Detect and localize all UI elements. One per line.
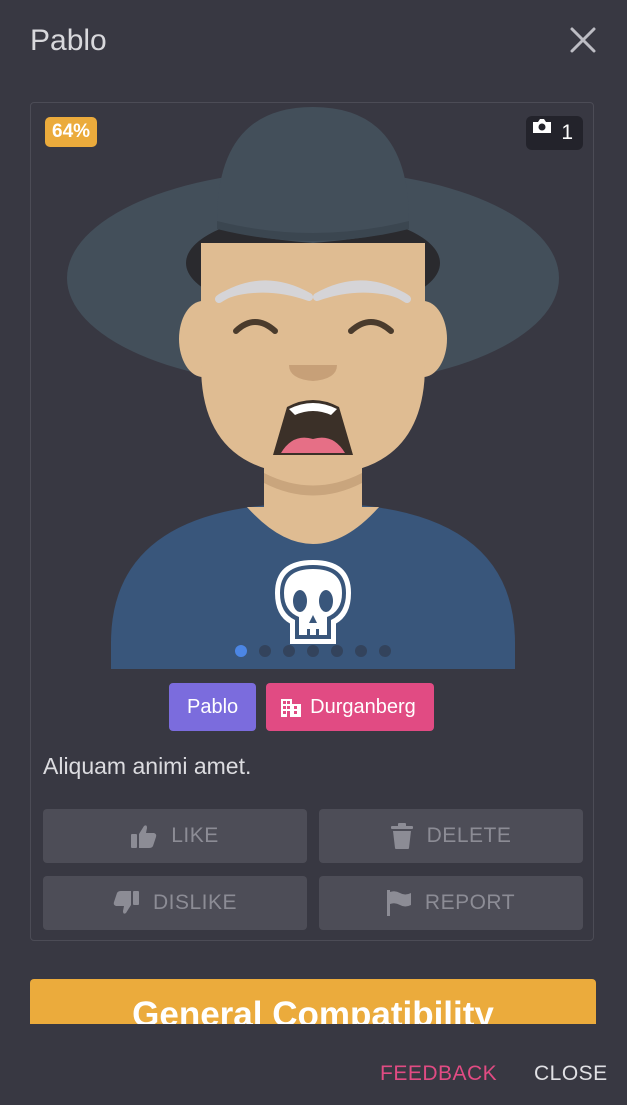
- profile-tags: Pablo Durganberg: [169, 683, 434, 731]
- trash-icon: [390, 823, 413, 849]
- thumbs-down-icon: [113, 891, 139, 914]
- location-label: Durganberg: [310, 695, 416, 718]
- building-icon: [281, 699, 302, 717]
- like-button[interactable]: LIKE: [43, 809, 307, 863]
- dislike-button[interactable]: DISLIKE: [43, 876, 307, 930]
- photo-count-badge: 1: [526, 116, 583, 150]
- carousel-dot[interactable]: [259, 645, 271, 657]
- avatar-illustration: [67, 107, 559, 669]
- carousel-dot[interactable]: [379, 645, 391, 657]
- compatibility-section: General Compatibility: [30, 979, 596, 1024]
- compatibility-badge: 64%: [45, 117, 98, 147]
- carousel-dot[interactable]: [307, 645, 319, 657]
- page-title: Pablo: [30, 24, 107, 57]
- compatibility-title: General Compatibility: [132, 995, 494, 1024]
- like-label: LIKE: [171, 824, 219, 847]
- carousel-dot[interactable]: [355, 645, 367, 657]
- profile-photo[interactable]: 64% 1: [31, 103, 595, 669]
- location-tag[interactable]: Durganberg: [266, 683, 434, 731]
- feedback-button[interactable]: FEEDBACK: [380, 1062, 497, 1086]
- close-button[interactable]: CLOSE: [534, 1062, 608, 1086]
- carousel-dots: [235, 645, 391, 657]
- close-icon[interactable]: [569, 26, 597, 54]
- delete-button[interactable]: DELETE: [319, 809, 583, 863]
- action-buttons: LIKE DELETE DISLIKE REPORT: [43, 809, 583, 930]
- profile-bio: Aliquam animi amet.: [43, 753, 252, 779]
- name-tag[interactable]: Pablo: [169, 683, 257, 731]
- photo-count: 1: [561, 121, 573, 144]
- thumbs-up-icon: [131, 825, 157, 848]
- report-label: REPORT: [424, 891, 516, 914]
- carousel-dot[interactable]: [283, 645, 295, 657]
- dislike-label: DISLIKE: [152, 891, 238, 914]
- flag-icon: [386, 890, 411, 916]
- carousel-dot[interactable]: [331, 645, 343, 657]
- report-button[interactable]: REPORT: [319, 876, 583, 930]
- camera-icon: [533, 119, 551, 133]
- delete-label: DELETE: [426, 824, 512, 847]
- profile-card: 64% 1 Pablo Durganberg Aliquam animi ame…: [30, 102, 594, 941]
- carousel-dot[interactable]: [235, 645, 247, 657]
